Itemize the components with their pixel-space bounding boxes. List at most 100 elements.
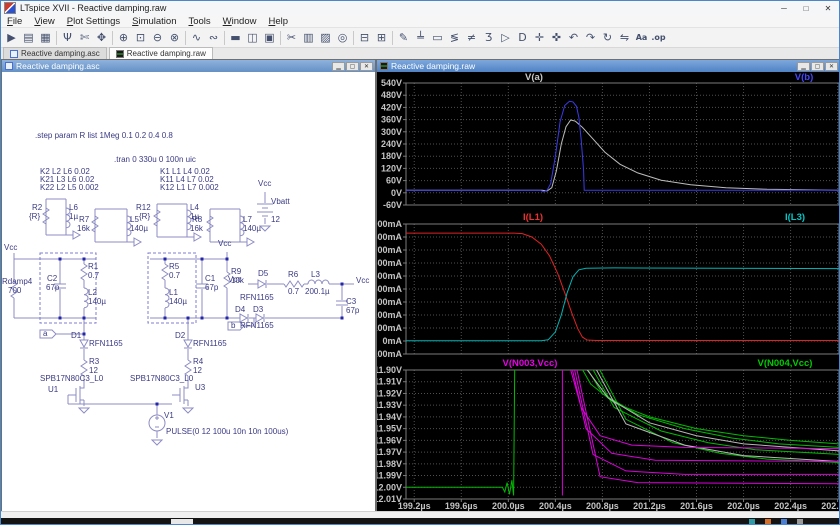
label-icon[interactable]: ▭ <box>429 30 446 46</box>
menu-help[interactable]: Help <box>262 16 294 27</box>
zoom-in-icon[interactable]: ⊕ <box>115 30 132 46</box>
schematic-canvas[interactable]: .step param R list 1Meg 0.1 0.2 0.4 0.8.… <box>2 72 375 511</box>
trace-legend[interactable]: V(a) <box>525 72 543 83</box>
wire-icon[interactable]: ✎ <box>395 30 412 46</box>
cut-icon[interactable]: ✂ <box>283 30 300 46</box>
schematic-label: D3 <box>253 305 264 314</box>
child-minimize-button[interactable]: ▁ <box>797 61 810 71</box>
y-axis-tick-label: -11.96V <box>377 435 402 445</box>
diode-icon[interactable]: ▷ <box>497 30 514 46</box>
schematic-doc-icon <box>10 49 18 58</box>
trace-legend[interactable]: V(b) <box>795 72 813 83</box>
schematic-label: 140µ <box>243 224 261 233</box>
tab-reactive-damping-raw[interactable]: Reactive damping.raw <box>108 47 213 59</box>
trace-legend[interactable]: I(L1) <box>523 212 543 223</box>
child-close-button[interactable]: ✕ <box>360 61 373 71</box>
schematic-label: C1 <box>205 274 216 283</box>
child-restore-button[interactable]: ▢ <box>346 61 359 71</box>
schematic-label: Vcc <box>228 275 242 284</box>
tray-icon[interactable] <box>797 519 803 524</box>
open-icon[interactable]: ▤ <box>20 30 37 46</box>
find-icon[interactable]: ◎ <box>334 30 351 46</box>
menu-plot-settings[interactable]: Plot Settings <box>61 16 126 27</box>
waveform-window-titlebar[interactable]: Reactive damping.raw ▁ ▢ ✕ <box>377 60 839 72</box>
trace-V(N003,Vcc)-r3 <box>574 370 839 475</box>
resistor-icon[interactable]: ≶ <box>446 30 463 46</box>
redo-icon[interactable]: ↷ <box>582 30 599 46</box>
schematic-label: V1 <box>164 411 174 420</box>
text-icon[interactable]: Aa <box>633 30 650 46</box>
tile-horizontal-icon[interactable]: ▬ <box>227 30 244 46</box>
trace-legend[interactable]: I(L3) <box>785 212 805 223</box>
move-icon[interactable]: ✛ <box>531 30 548 46</box>
schematic-label: RFN1165 <box>193 339 227 348</box>
mirror-icon[interactable]: ⇋ <box>616 30 633 46</box>
taskbar-app-chip[interactable] <box>171 519 193 524</box>
undo-icon[interactable]: ↶ <box>565 30 582 46</box>
pan-icon[interactable]: ✥ <box>93 30 110 46</box>
ground-icon[interactable]: ╧ <box>412 30 429 46</box>
minimize-button[interactable]: ─ <box>773 2 795 15</box>
trace-legend[interactable]: V(N003,Vcc) <box>503 358 558 369</box>
y-axis-tick-label: 500mA <box>377 271 402 281</box>
print-icon[interactable]: ⊟ <box>356 30 373 46</box>
schematic-label: 12 <box>271 215 280 224</box>
schematic-label: 67p <box>46 283 60 292</box>
y-axis-tick-label: -60V <box>383 200 402 210</box>
run-icon[interactable]: ▶ <box>3 30 20 46</box>
close-button[interactable]: ✕ <box>817 2 839 15</box>
menu-file[interactable]: File <box>1 16 28 27</box>
schematic-label: .tran 0 330u 0 100n uic <box>114 155 196 164</box>
tab-reactive-damping-asc[interactable]: Reactive damping.asc <box>3 47 107 59</box>
window-title: LTspice XVII - Reactive damping.raw <box>20 3 167 13</box>
spice-directive-icon[interactable]: .op <box>650 30 667 46</box>
y-axis-tick-label: -12.00V <box>377 482 402 492</box>
child-restore-button[interactable]: ▢ <box>811 61 824 71</box>
zoom-window-icon[interactable]: ⊡ <box>132 30 149 46</box>
schematic-label: RFN1165 <box>240 293 274 302</box>
schematic-label: Vcc <box>218 239 232 248</box>
inductor-icon[interactable]: Ʒ <box>480 30 497 46</box>
x-axis-tick-label: 202.4µs <box>774 501 807 511</box>
paste-icon[interactable]: ▨ <box>317 30 334 46</box>
schematic-label: 16k <box>190 224 203 233</box>
schematic-window-titlebar[interactable]: Reactive damping.asc ▁ ▢ ✕ <box>2 60 375 72</box>
menu-window[interactable]: Window <box>217 16 263 27</box>
child-minimize-button[interactable]: ▁ <box>332 61 345 71</box>
trace-legend[interactable]: V(N004,Vcc) <box>758 358 813 369</box>
schematic-label: R7 <box>79 215 90 224</box>
capacitor-icon[interactable]: ≠ <box>463 30 480 46</box>
schematic-label: L7 <box>243 215 252 224</box>
mark-data-icon[interactable]: ∾ <box>205 30 222 46</box>
zoom-full-icon[interactable]: ⊗ <box>166 30 183 46</box>
toolbar-separator <box>185 30 186 45</box>
menu-tools[interactable]: Tools <box>182 16 216 27</box>
tray-icon[interactable] <box>749 519 755 524</box>
child-close-button[interactable]: ✕ <box>825 61 838 71</box>
tray-icon[interactable] <box>781 519 787 524</box>
menu-simulation[interactable]: Simulation <box>126 16 182 27</box>
zoom-out-icon[interactable]: ⊖ <box>149 30 166 46</box>
tile-vertical-icon[interactable]: ◫ <box>244 30 261 46</box>
waveform-plot-area[interactable]: 540V 480V 420V 360V 300V 240V 180V 120V 60V 0V -60… <box>377 72 839 511</box>
rotate-icon[interactable]: ↻ <box>599 30 616 46</box>
schematic-label: 700 <box>8 286 22 295</box>
schematic-label: L4 <box>190 203 199 212</box>
tray-icon[interactable] <box>765 519 771 524</box>
probe-icon[interactable]: Ψ <box>59 30 76 46</box>
schematic-label: SPB17N80C3_L0 <box>40 374 104 383</box>
cascade-icon[interactable]: ▣ <box>261 30 278 46</box>
print-preview-icon[interactable]: ⊞ <box>373 30 390 46</box>
control-panel-icon[interactable]: ✄ <box>76 30 93 46</box>
component-icon[interactable]: D <box>514 30 531 46</box>
drag-icon[interactable]: ✜ <box>548 30 565 46</box>
maximize-button[interactable]: □ <box>795 2 817 15</box>
copy-icon[interactable]: ▥ <box>300 30 317 46</box>
save-icon[interactable]: ▦ <box>37 30 54 46</box>
schematic-label: 140µ <box>130 224 148 233</box>
plot-settings-icon[interactable]: ∿ <box>188 30 205 46</box>
windows-taskbar[interactable] <box>1 518 839 524</box>
toolbar-separator <box>112 30 113 45</box>
schematic-label: Vcc <box>4 243 18 252</box>
menu-view[interactable]: View <box>28 16 60 27</box>
